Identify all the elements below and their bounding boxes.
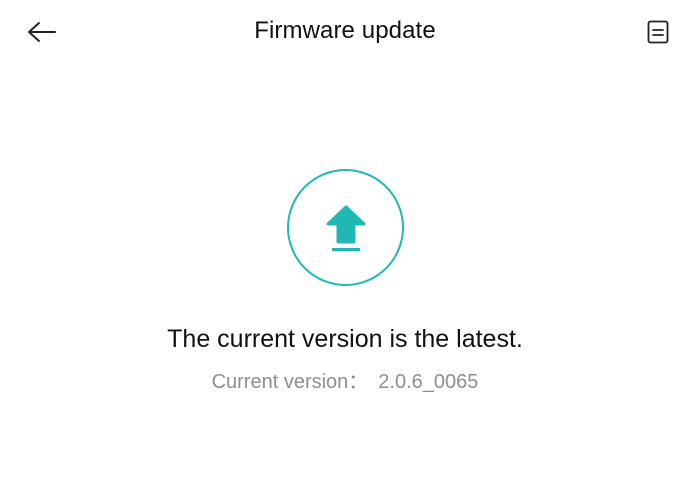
header-bar: Firmware update [0, 0, 690, 64]
status-message: The current version is the latest. [167, 325, 523, 353]
current-version-label: Current version： [211, 371, 369, 393]
current-version-line: Current version： 2.0.6_0065 [0, 365, 690, 394]
status-circle [287, 169, 404, 286]
document-list-icon [647, 20, 669, 44]
upload-arrow-icon [326, 205, 366, 251]
firmware-update-screen: Firmware update The current version is t… [0, 0, 690, 480]
page-title: Firmware update [254, 17, 436, 44]
current-version-value: 2.0.6_0065 [378, 371, 479, 393]
update-log-button[interactable] [638, 14, 678, 50]
